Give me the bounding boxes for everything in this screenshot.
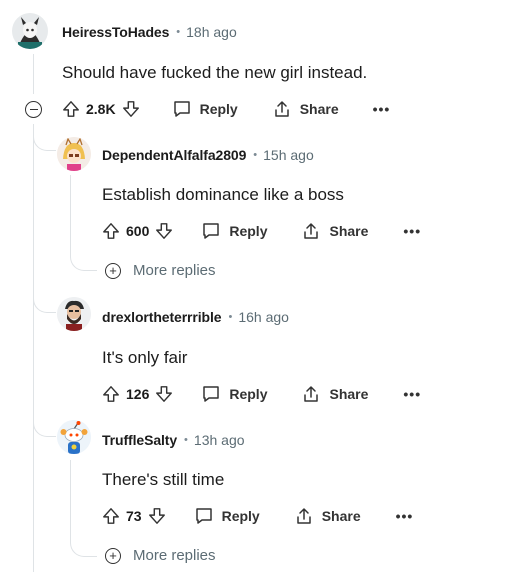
more-replies-button[interactable]: + More replies — [105, 262, 216, 279]
share-icon — [274, 101, 289, 117]
collapse-minus-icon — [29, 108, 38, 111]
separator-dot: • — [176, 26, 181, 38]
comment-icon — [203, 386, 220, 402]
more-options-button[interactable]: ••• — [373, 101, 391, 117]
upvote-icon[interactable] — [102, 222, 120, 240]
collapse-button[interactable] — [25, 101, 42, 118]
reply-label: Reply — [229, 386, 268, 402]
share-label: Share — [329, 386, 369, 402]
avatar[interactable] — [57, 137, 91, 171]
comment-body: It's only fair — [102, 348, 188, 367]
upvote-icon[interactable] — [102, 507, 120, 525]
more-replies-button[interactable]: + More replies — [105, 547, 216, 564]
more-options-button[interactable]: ••• — [403, 223, 421, 239]
comment-icon — [173, 101, 190, 117]
author-name[interactable]: TruffleSalty — [102, 432, 177, 448]
share-icon — [304, 386, 319, 402]
share-icon — [296, 508, 311, 524]
share-button[interactable]: Share — [272, 99, 339, 119]
vote-count: 126 — [126, 386, 150, 402]
thread-connector — [70, 240, 97, 271]
separator-dot: • — [228, 311, 233, 323]
more-replies-label: More replies — [133, 547, 216, 564]
author-name[interactable]: DependentAlfalfa2809 — [102, 147, 246, 163]
downvote-icon[interactable] — [122, 100, 140, 118]
timestamp[interactable]: 13h ago — [194, 432, 245, 448]
downvote-icon[interactable] — [148, 507, 166, 525]
more-options-button[interactable]: ••• — [403, 386, 421, 402]
reply-button[interactable]: Reply — [201, 384, 267, 404]
comment-body: There's still time — [102, 470, 225, 489]
comment-meta: drexlortheterrrible • 16h ago — [102, 309, 289, 325]
thread-line-main[interactable] — [33, 54, 34, 94]
thread-connector — [70, 526, 97, 557]
share-label: Share — [329, 223, 369, 239]
comment-body: Establish dominance like a boss — [102, 185, 344, 204]
comment-body: Should have fucked the new girl instead. — [62, 63, 368, 82]
reply-label: Reply — [221, 508, 260, 524]
comment-actions: 2.8K Reply Share ••• — [62, 97, 390, 121]
author-name[interactable]: drexlortheterrrible — [102, 309, 222, 325]
thread-connector — [33, 400, 56, 437]
downvote-icon[interactable] — [155, 385, 173, 403]
vote-count: 2.8K — [86, 101, 116, 117]
separator-dot: • — [253, 149, 258, 161]
vote-group: 73 — [102, 507, 166, 525]
comment-actions: 126 Reply Share ••• — [102, 382, 421, 406]
reply-button[interactable]: Reply — [201, 221, 267, 241]
plus-circle-icon: + — [105, 262, 121, 279]
share-icon — [304, 223, 319, 239]
separator-dot: • — [184, 434, 188, 446]
more-options-button[interactable]: ••• — [396, 508, 414, 524]
avatar[interactable] — [57, 297, 91, 331]
share-button[interactable]: Share — [301, 384, 368, 404]
more-replies-label: More replies — [133, 262, 216, 279]
timestamp[interactable]: 15h ago — [263, 147, 314, 163]
reply-label: Reply — [229, 223, 268, 239]
vote-count: 600 — [126, 223, 150, 239]
comment-meta: HeiressToHades • 18h ago — [62, 24, 237, 40]
comment-actions: 73 Reply Share ••• — [102, 504, 413, 528]
vote-group: 2.8K — [62, 100, 140, 118]
comment-meta: TruffleSalty • 13h ago — [102, 432, 245, 448]
author-name[interactable]: HeiressToHades — [62, 24, 169, 40]
timestamp[interactable]: 16h ago — [238, 309, 289, 325]
upvote-icon[interactable] — [62, 100, 80, 118]
vote-group: 126 — [102, 385, 173, 403]
thread-connector — [33, 284, 56, 313]
reply-button[interactable]: Reply — [172, 99, 238, 119]
timestamp[interactable]: 18h ago — [186, 24, 237, 40]
comment-icon — [203, 223, 220, 239]
vote-group: 600 — [102, 222, 173, 240]
comment-icon — [195, 508, 212, 524]
comment-actions: 600 Reply Share ••• — [102, 219, 421, 243]
comment-meta: DependentAlfalfa2809 • 15h ago — [102, 147, 314, 163]
share-button[interactable]: Share — [301, 221, 368, 241]
vote-count: 73 — [126, 508, 142, 524]
reply-label: Reply — [199, 101, 238, 117]
avatar[interactable] — [57, 420, 91, 454]
upvote-icon[interactable] — [102, 385, 120, 403]
share-label: Share — [321, 508, 361, 524]
reply-button[interactable]: Reply — [194, 506, 260, 526]
downvote-icon[interactable] — [155, 222, 173, 240]
thread-connector — [33, 124, 56, 151]
thread-line-main[interactable] — [33, 124, 34, 572]
plus-circle-icon: + — [105, 547, 121, 564]
share-button[interactable]: Share — [294, 506, 361, 526]
avatar[interactable] — [12, 13, 48, 49]
share-label: Share — [299, 101, 339, 117]
